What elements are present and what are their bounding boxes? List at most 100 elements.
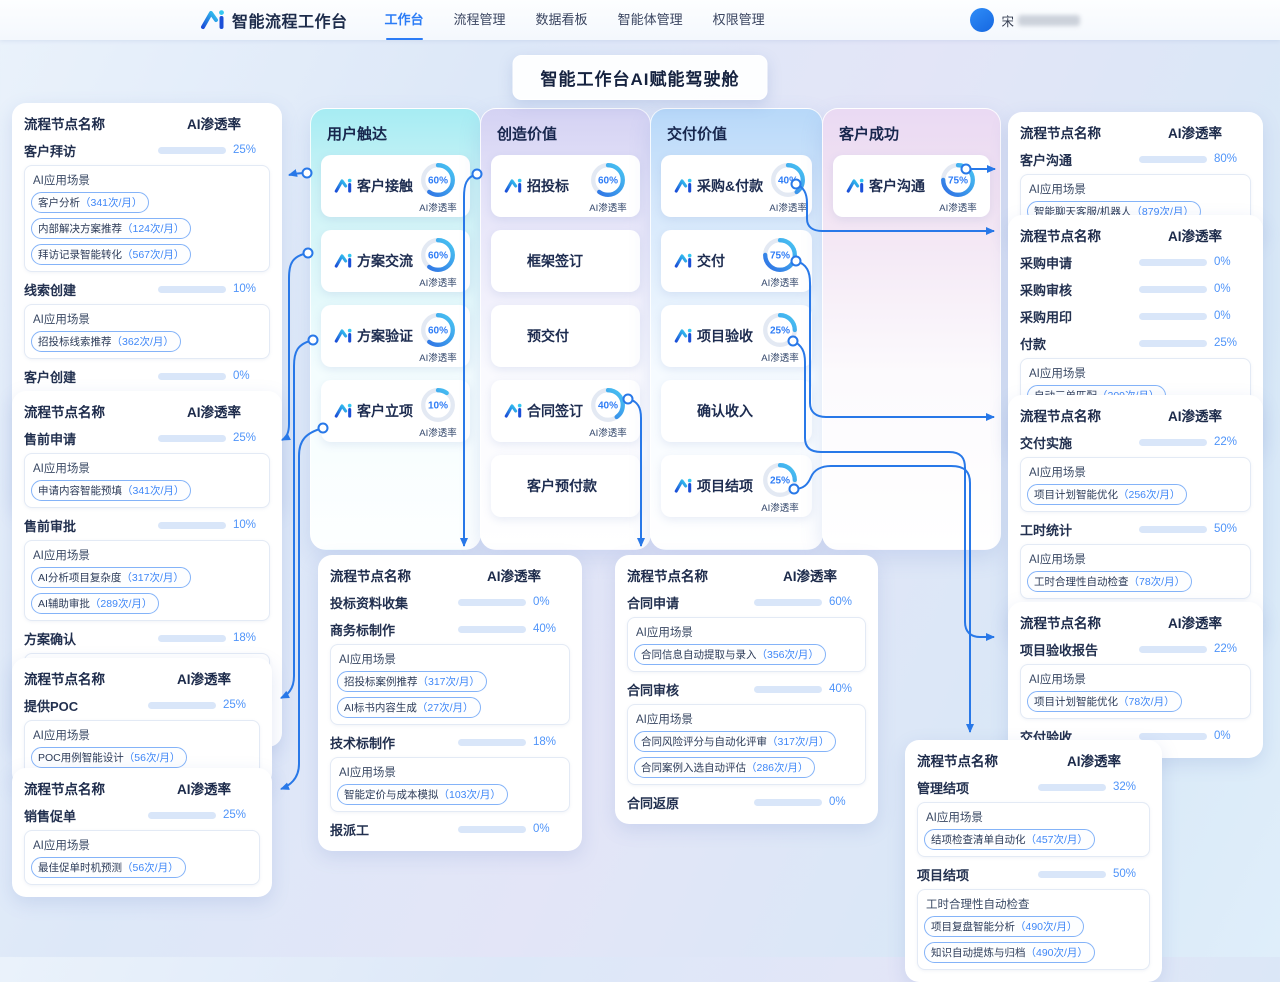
process-row-main: 项目验收报告22% [1020, 639, 1251, 659]
ai-scenario-tag[interactable]: 合同风险评分与自动化评审（317次/月） [634, 731, 836, 752]
ai-scenario-tag[interactable]: 合同案例入选自动评估（286次/月） [634, 757, 815, 778]
penetration-column-header: AI渗透率 [148, 668, 260, 688]
process-node-card[interactable]: 客户预付款 [491, 455, 640, 517]
process-node-name: 售前审批 [24, 516, 158, 535]
ai-scenario-tag[interactable]: 工时合理性自动检查（78次/月） [1027, 571, 1192, 592]
ai-scenario-tag[interactable]: 智能定价与成本模拟（103次/月） [337, 784, 508, 805]
process-node-card[interactable]: 项目结项25%AI渗透率 [661, 455, 812, 517]
ai-scenario-label: AI应用场景 [636, 624, 859, 640]
process-node-name: 技术标制作 [330, 733, 458, 752]
svg-text:75%: 75% [948, 175, 968, 186]
penetration-value: 18% [233, 632, 256, 644]
ai-scenario-tags: 项目计划智能优化（78次/月） [1027, 691, 1244, 712]
process-node-card[interactable]: 框架签订 [491, 230, 640, 292]
ai-scenario-tag[interactable]: 招投标线索推荐（362次/月） [31, 331, 181, 352]
tag-count: （78次/月） [1129, 574, 1186, 589]
user-area[interactable]: 宋 [970, 8, 1080, 32]
ai-scenario-tag[interactable]: AI辅助审批（289次/月） [31, 593, 159, 614]
tag-text: 智能定价与成本模拟 [344, 787, 439, 802]
ai-scenario-label: AI应用场景 [339, 764, 563, 780]
ai-scenario-tag[interactable]: 申请内容智能预填（341次/月） [31, 480, 191, 501]
penetration-bar [754, 599, 822, 606]
ai-scenario-tag[interactable]: 客户分析（341次/月） [31, 192, 149, 213]
ai-scenario-tag[interactable]: 项目计划智能优化（78次/月） [1027, 691, 1182, 712]
process-node-name: 合同审核 [627, 680, 754, 699]
nav-tab-3[interactable]: 数据看板 [525, 0, 599, 40]
ai-scenario-tag[interactable]: 项目复盘智能分析（490次/月） [924, 916, 1084, 937]
ai-scenario-label: AI应用场景 [1029, 671, 1244, 687]
process-node-name: 管理结项 [917, 778, 1038, 797]
ai-scenario-tag[interactable]: 内部解决方案推荐（124次/月） [31, 218, 191, 239]
process-node-name: 确认收入 [697, 401, 753, 421]
penetration-cell: 25% [148, 809, 260, 821]
process-node-card[interactable]: 客户立项10%AI渗透率 [321, 380, 470, 442]
column-title: 用户触达 [327, 123, 470, 144]
tag-text: 项目计划智能优化 [1034, 487, 1118, 502]
nav-tab-2[interactable]: 流程管理 [443, 0, 517, 40]
ai-scenario-tag[interactable]: 最佳促单时机预测（56次/月） [31, 857, 186, 878]
process-node-card[interactable]: 方案交流60%AI渗透率 [321, 230, 470, 292]
user-avatar[interactable] [970, 8, 994, 32]
process-detail-card: 流程节点名称AI渗透率投标资料收集0%商务标制作40%AI应用场景招投标案例推荐… [318, 555, 582, 851]
ai-scenario-tag[interactable]: 拜访记录智能转化（567次/月） [31, 244, 191, 265]
ai-logo-icon [674, 253, 693, 269]
process-node-name: 客户立项 [357, 401, 413, 421]
node-name-column-header: 流程节点名称 [627, 565, 754, 585]
ai-scenario-tag[interactable]: POC用例智能设计（56次/月） [31, 747, 187, 768]
ai-scenario-tag[interactable]: 结项检查清单自动化（457次/月） [924, 829, 1095, 850]
ai-logo-icon [674, 478, 693, 494]
penetration-donut: 75%AI渗透率 [755, 234, 805, 289]
ai-scenario-tags: 合同风险评分与自动化评审（317次/月） 合同案例入选自动评估（286次/月） [634, 731, 859, 778]
ai-logo-icon [674, 328, 693, 344]
process-row-main: 管理结项32% [917, 777, 1150, 797]
tag-count: （362次/月） [112, 334, 174, 349]
process-node-name: 框架签订 [527, 251, 583, 271]
tag-count: （103次/月） [439, 787, 501, 802]
tag-text: 合同风险评分与自动化评审 [641, 734, 767, 749]
ai-scenario-label: AI应用场景 [33, 727, 253, 743]
penetration-caption: AI渗透率 [589, 200, 626, 214]
ai-scenario-tag[interactable]: AI标书内容生成（27次/月） [337, 697, 481, 718]
ai-scenario-tag[interactable]: 知识自动提炼与归档（490次/月） [924, 942, 1095, 963]
process-node-card[interactable]: 采购&付款40%AI渗透率 [661, 155, 812, 217]
ai-scenario-label: AI应用场景 [926, 809, 1143, 825]
penetration-cell: 18% [158, 632, 270, 644]
tag-text: 最佳促单时机预测 [38, 860, 122, 875]
process-node-card[interactable]: 确认收入 [661, 380, 812, 442]
column-deliver-value: 交付价值采购&付款40%AI渗透率交付75%AI渗透率项目验收25%AI渗透率确… [650, 108, 823, 550]
process-node-name: 交付实施 [1020, 433, 1139, 452]
node-name-column-header: 流程节点名称 [24, 778, 148, 798]
detail-card-header: 流程节点名称AI渗透率 [1020, 612, 1251, 632]
tag-text: AI分析项目复杂度 [38, 570, 121, 585]
process-node-card[interactable]: 预交付 [491, 305, 640, 367]
penetration-donut: 40%AI渗透率 [763, 159, 813, 214]
ai-scenario-tag[interactable]: 项目计划智能优化（256次/月） [1027, 484, 1187, 505]
nav-tab-5[interactable]: 权限管理 [702, 0, 776, 40]
penetration-donut: 75%AI渗透率 [933, 159, 983, 214]
process-node-card[interactable]: 方案验证60%AI渗透率 [321, 305, 470, 367]
process-node-name: 采购用印 [1020, 307, 1139, 326]
ai-scenario-tag[interactable]: 招投标案例推荐（317次/月） [337, 671, 487, 692]
process-node-card[interactable]: 客户接触60%AI渗透率 [321, 155, 470, 217]
process-node-card[interactable]: 项目验收25%AI渗透率 [661, 305, 812, 367]
tag-count: （317次/月） [418, 674, 480, 689]
ai-scenario-tag[interactable]: 合同信息自动提取与录入（356次/月） [634, 644, 826, 665]
nav-tab-4[interactable]: 智能体管理 [607, 0, 694, 40]
ai-scenario-tag[interactable]: AI分析项目复杂度（317次/月） [31, 567, 191, 588]
page-title: 智能工作台AI赋能驾驶舱 [541, 70, 740, 89]
process-node-name: 提供POC [24, 696, 148, 715]
process-row-main: 采购审核0% [1020, 279, 1251, 299]
tag-count: （286次/月） [746, 760, 808, 775]
penetration-caption: AI渗透率 [761, 350, 798, 364]
nav-tab-1[interactable]: 工作台 [374, 0, 435, 40]
process-row: 采购用印0% [1020, 306, 1251, 326]
penetration-bar [1139, 733, 1207, 740]
tag-count: （256次/月） [1118, 487, 1180, 502]
process-node-card[interactable]: 客户沟通75%AI渗透率 [833, 155, 990, 217]
process-node-card[interactable]: 交付75%AI渗透率 [661, 230, 812, 292]
process-row: 工时统计50%AI应用场景工时合理性自动检查（78次/月） [1020, 519, 1251, 599]
process-detail-card: 流程节点名称AI渗透率管理结项32%AI应用场景结项检查清单自动化（457次/月… [905, 740, 1162, 982]
detail-card-header: 流程节点名称AI渗透率 [24, 778, 260, 798]
process-node-card[interactable]: 招投标60%AI渗透率 [491, 155, 640, 217]
process-node-card[interactable]: 合同签订40%AI渗透率 [491, 380, 640, 442]
